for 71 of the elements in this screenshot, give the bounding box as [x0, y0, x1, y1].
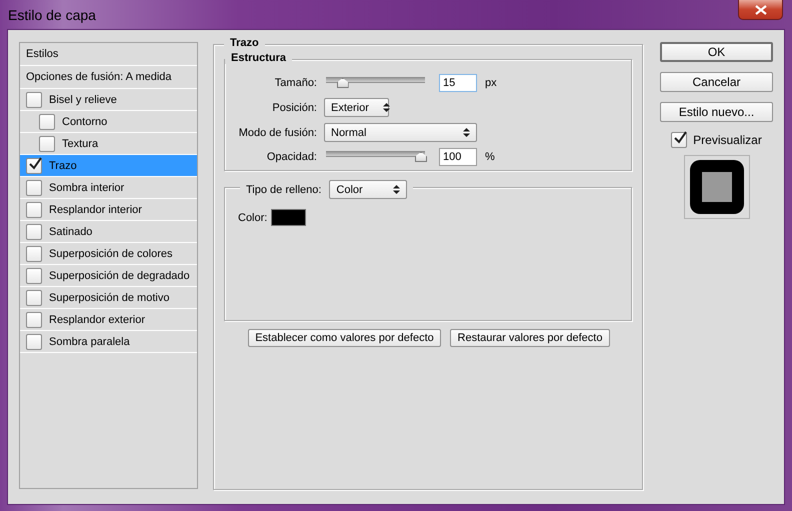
style-list-item[interactable]: Opciones de fusión: A medida — [20, 66, 197, 89]
checkbox[interactable] — [26, 180, 42, 196]
item-label: Contorno — [62, 116, 108, 128]
item-label: Satinado — [49, 226, 92, 238]
slider-track[interactable] — [326, 77, 425, 89]
checkbox[interactable] — [26, 290, 42, 306]
checkbox[interactable] — [26, 202, 42, 218]
style-list-item[interactable]: Satinado — [20, 221, 197, 243]
slider-thumb[interactable] — [415, 152, 427, 162]
color-swatch[interactable] — [271, 209, 306, 226]
item-label: Textura — [62, 138, 98, 150]
checkbox[interactable] — [39, 136, 55, 152]
checkbox-label: Previsualizar — [693, 133, 762, 147]
item-label: Resplandor exterior — [49, 314, 145, 326]
style-list-item[interactable]: Resplandor exterior — [20, 309, 197, 331]
number-input[interactable]: 15 — [439, 74, 477, 92]
style-list-item[interactable]: Estilos — [20, 43, 197, 66]
dialog-button[interactable]: Estilo nuevo... — [660, 102, 773, 122]
default-button[interactable]: Establecer como valores por defecto — [248, 329, 441, 347]
field-label: Tipo de relleno: — [246, 184, 322, 196]
field-label: Tamaño: — [274, 77, 317, 89]
style-list-item[interactable]: Sombra paralela — [20, 331, 197, 353]
dropdown-arrow-icon — [393, 185, 400, 194]
close-icon — [754, 4, 766, 14]
dropdown-arrow-icon — [463, 128, 470, 137]
style-list-item[interactable]: Superposición de degradado — [20, 265, 197, 287]
field-label: Posición: — [271, 102, 317, 114]
group-title: Trazo — [224, 37, 265, 49]
stroke-preview-icon — [690, 160, 744, 214]
item-label: Resplandor interior — [49, 204, 142, 216]
item-label: Superposición de degradado — [49, 270, 190, 282]
checkbox[interactable] — [26, 312, 42, 328]
dropdown[interactable]: Exterior — [324, 98, 389, 117]
dropdown[interactable]: Normal — [324, 123, 477, 142]
group-title: Estructura — [225, 52, 292, 64]
checkbox[interactable] — [39, 114, 55, 130]
item-label: Sombra interior — [49, 182, 124, 194]
field-label: Modo de fusión: — [238, 126, 317, 138]
dropdown[interactable]: Color — [329, 180, 408, 199]
item-label: Superposición de motivo — [49, 292, 170, 304]
checkbox[interactable] — [26, 334, 42, 350]
close-button[interactable] — [738, 0, 783, 20]
style-list-item[interactable]: Sombra interior — [20, 177, 197, 199]
number-input[interactable]: 100 — [439, 148, 477, 166]
dialog-button[interactable]: OK — [660, 42, 773, 62]
window-title: Estilo de capa — [8, 7, 96, 23]
slider-thumb[interactable] — [336, 78, 349, 88]
item-label: Bisel y relieve — [49, 94, 117, 106]
checkbox[interactable] — [26, 158, 42, 174]
item-label: Sombra paralela — [49, 336, 130, 348]
checkbox[interactable] — [26, 246, 42, 262]
dropdown-arrow-icon — [382, 103, 390, 112]
checkbox[interactable] — [26, 268, 42, 284]
slider-track[interactable] — [326, 151, 425, 163]
default-button[interactable]: Restaurar valores por defecto — [450, 329, 610, 347]
item-label: Trazo — [49, 160, 77, 172]
style-list-item[interactable]: Bisel y relieve — [20, 89, 197, 111]
style-list-item[interactable]: Trazo — [20, 155, 197, 177]
field-label: Color: — [238, 212, 268, 224]
field-label: Opacidad: — [266, 151, 317, 163]
unit-label: px — [485, 77, 497, 89]
style-list-item[interactable]: Resplandor interior — [20, 199, 197, 221]
checkbox[interactable] — [26, 92, 42, 108]
unit-label: % — [485, 151, 495, 163]
checkbox[interactable] — [26, 224, 42, 240]
checkbox[interactable] — [671, 132, 688, 148]
style-list-item[interactable]: Contorno — [20, 111, 197, 133]
item-label: Superposición de colores — [49, 248, 173, 260]
style-list-item[interactable]: Superposición de colores — [20, 243, 197, 265]
style-list-item[interactable]: Superposición de motivo — [20, 287, 197, 309]
dialog-button[interactable]: Cancelar — [660, 72, 773, 92]
